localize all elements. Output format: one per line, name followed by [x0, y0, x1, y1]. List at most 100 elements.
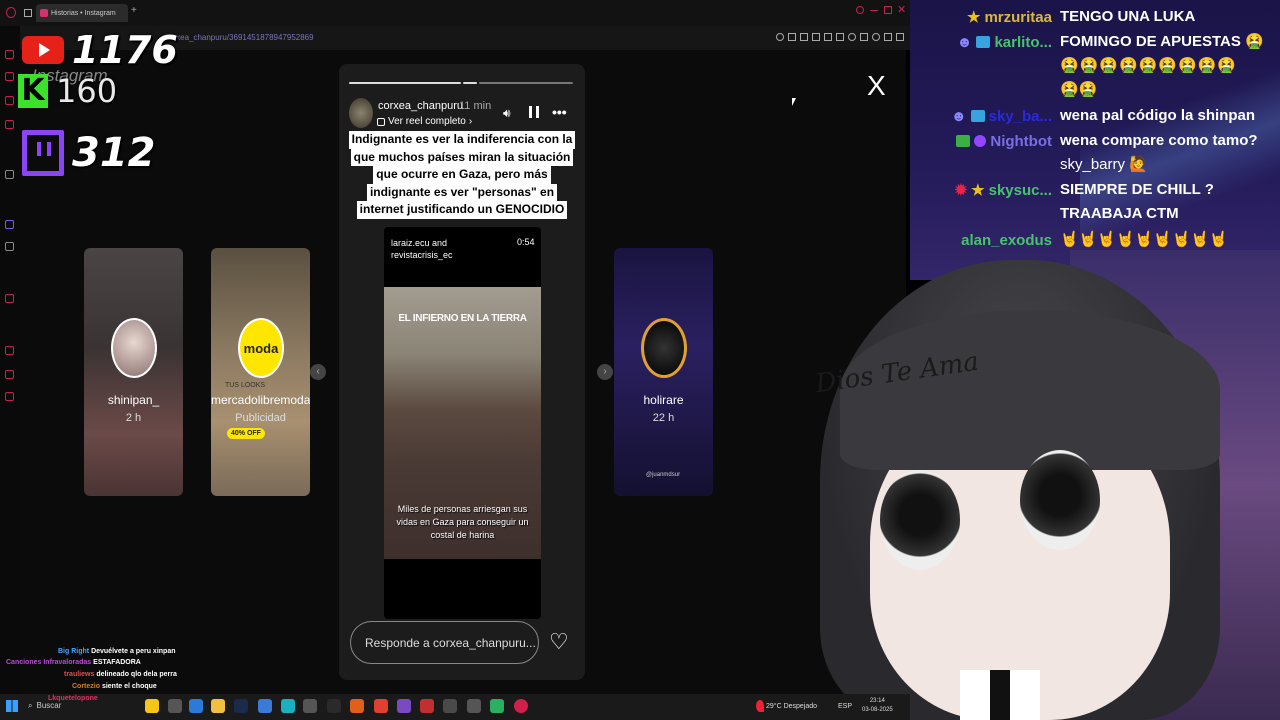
- workspaces-icon[interactable]: [24, 9, 32, 17]
- story-card-holirare[interactable]: holirare 22 h @juanmdsur: [614, 248, 713, 496]
- sidebar-messenger-icon[interactable]: [5, 72, 14, 81]
- previous-story-button[interactable]: ‹: [310, 364, 326, 380]
- firefox-icon[interactable]: [350, 699, 364, 713]
- progress-segment-2: [463, 82, 477, 84]
- left-eye: [880, 470, 960, 570]
- download-icon[interactable]: [884, 33, 892, 41]
- sidebar-history-icon[interactable]: [5, 346, 14, 355]
- terminal-icon[interactable]: [234, 699, 248, 713]
- maximize-icon[interactable]: [884, 6, 892, 14]
- media-duration: 0:54: [517, 237, 535, 247]
- verified-badge-icon: [974, 135, 987, 147]
- reel-link[interactable]: Ver reel completo ›: [377, 116, 472, 127]
- url-text[interactable]: corxea_chanpuru/3691451878947952869: [165, 33, 314, 42]
- windows-start-icon[interactable]: [6, 700, 18, 712]
- taskbar-search[interactable]: ⌕ Buscar: [28, 701, 61, 711]
- more-options-icon[interactable]: •••: [552, 104, 567, 120]
- sidebar-whatsapp-icon[interactable]: [5, 96, 14, 105]
- app-icon[interactable]: [303, 699, 317, 713]
- close-window-icon[interactable]: ✕: [897, 3, 906, 16]
- sidebar-rail: [0, 26, 20, 696]
- chat-message: ★ mrzuritaa TENGO UNA LUKA: [967, 8, 1196, 26]
- sidebar-x-icon[interactable]: [5, 242, 14, 251]
- mini-chat-message: Big Right Devuélvete a peru xinpan: [58, 648, 176, 655]
- sidebar-downloads-icon[interactable]: [5, 370, 14, 379]
- shield-icon[interactable]: [812, 33, 820, 41]
- opera-logo-icon[interactable]: [6, 7, 16, 18]
- play-icon[interactable]: [836, 33, 844, 41]
- chat-message: ☻ sky_ba... wena pal código la shinpan: [950, 107, 1256, 125]
- sidebar-music-icon[interactable]: [5, 294, 14, 303]
- kick-icon: K: [18, 74, 48, 108]
- like-heart-icon[interactable]: ♡: [549, 629, 569, 655]
- menu-icon[interactable]: [896, 33, 904, 41]
- progress-segment-1: [349, 82, 461, 84]
- story-card-mercadolibremoda[interactable]: moda TUS LOOKS mercadolibremoda.cl Publi…: [211, 248, 310, 496]
- new-tab-icon[interactable]: +: [131, 5, 137, 16]
- mod-badge-icon: ☻: [956, 33, 973, 51]
- close-stories-button[interactable]: X: [867, 70, 886, 102]
- tab-instagram[interactable]: Historias • Instagram: [36, 4, 128, 22]
- card-username: mercadolibremoda.cl: [211, 393, 310, 407]
- clock[interactable]: 23:14 03-08-2025: [862, 697, 893, 715]
- file-explorer-icon[interactable]: [211, 699, 225, 713]
- search-tabs-icon[interactable]: [856, 6, 864, 14]
- obs-icon[interactable]: [327, 699, 341, 713]
- youtube-icon: [22, 36, 64, 64]
- sidebar-home-icon[interactable]: [5, 50, 14, 59]
- card-username: shinipan_: [107, 393, 160, 407]
- sidebar-settings-icon[interactable]: [5, 392, 14, 401]
- promo-badge: 40% OFF: [227, 428, 265, 439]
- app-icon-2[interactable]: [420, 699, 434, 713]
- kick-count: 160: [56, 72, 118, 110]
- opera-taskbar-icon[interactable]: [514, 699, 528, 713]
- progress-segment-3: [479, 82, 573, 84]
- avatar[interactable]: [349, 98, 373, 128]
- shared-reel-media[interactable]: laraiz.ecu and revistacrisis_ec 0:54 EL I…: [384, 227, 541, 619]
- copilot-icon[interactable]: [281, 699, 295, 713]
- tab-title: Historias • Instagram: [51, 9, 116, 17]
- chat-message: ✹ ★ skysuc... SIEMPRE DE CHILL ?: [954, 181, 1214, 199]
- avatar: [641, 318, 687, 378]
- story-viewer: corxea_chanpuru 11 min Ver reel completo…: [339, 64, 585, 680]
- weather-text[interactable]: 29°C Despejado: [766, 703, 817, 710]
- sidebar-twitch-icon[interactable]: [5, 220, 14, 229]
- bookmark-icon[interactable]: [800, 33, 808, 41]
- story-card-shinipan[interactable]: shinipan_ 2 h: [84, 248, 183, 496]
- zoom-icon[interactable]: [776, 33, 784, 41]
- heart-icon[interactable]: [848, 33, 856, 41]
- chat-message: Nightbot wena compare como tamo?: [910, 129, 1280, 153]
- app-icon-4[interactable]: [467, 699, 481, 713]
- store-icon[interactable]: [258, 699, 272, 713]
- fire-badge-icon: ✹: [954, 182, 968, 199]
- task-view-icon[interactable]: [168, 699, 182, 713]
- pin-icon[interactable]: [788, 33, 796, 41]
- reel-icon: [377, 117, 385, 126]
- reply-input[interactable]: Responde a corxea_chanpuru...: [350, 621, 539, 664]
- pause-icon[interactable]: [529, 106, 539, 118]
- app-icon-5[interactable]: [490, 699, 504, 713]
- extensions-icon[interactable]: [860, 33, 868, 41]
- snapshot-icon[interactable]: [824, 33, 832, 41]
- widgets-icon[interactable]: [145, 699, 159, 713]
- sidebar-tiktok-icon[interactable]: [5, 170, 14, 179]
- mini-chat-message: trauliews delineado qlo dela perra: [64, 671, 177, 678]
- card-username: holirare: [643, 393, 684, 407]
- sub-badge-icon: [976, 36, 991, 48]
- mercadolibre-logo: moda: [238, 318, 284, 378]
- sidebar-instagram-icon[interactable]: [5, 120, 14, 129]
- profile-icon[interactable]: [872, 33, 880, 41]
- mini-chat-message: Cortezio siente el choque: [72, 683, 157, 690]
- chrome-icon[interactable]: [374, 699, 388, 713]
- volume-icon[interactable]: 🔊︎: [503, 106, 511, 121]
- right-eye: [1020, 450, 1100, 550]
- language-indicator[interactable]: ESP: [838, 703, 852, 710]
- search-icon: ⌕: [28, 701, 33, 710]
- vscode-icon[interactable]: [397, 699, 411, 713]
- app-icon-3[interactable]: [443, 699, 457, 713]
- minimize-icon[interactable]: [870, 10, 878, 11]
- edge-icon[interactable]: [189, 699, 203, 713]
- moderator-badge-icon: [956, 135, 971, 147]
- next-story-button[interactable]: ›: [597, 364, 613, 380]
- story-username[interactable]: corxea_chanpuru: [378, 100, 463, 112]
